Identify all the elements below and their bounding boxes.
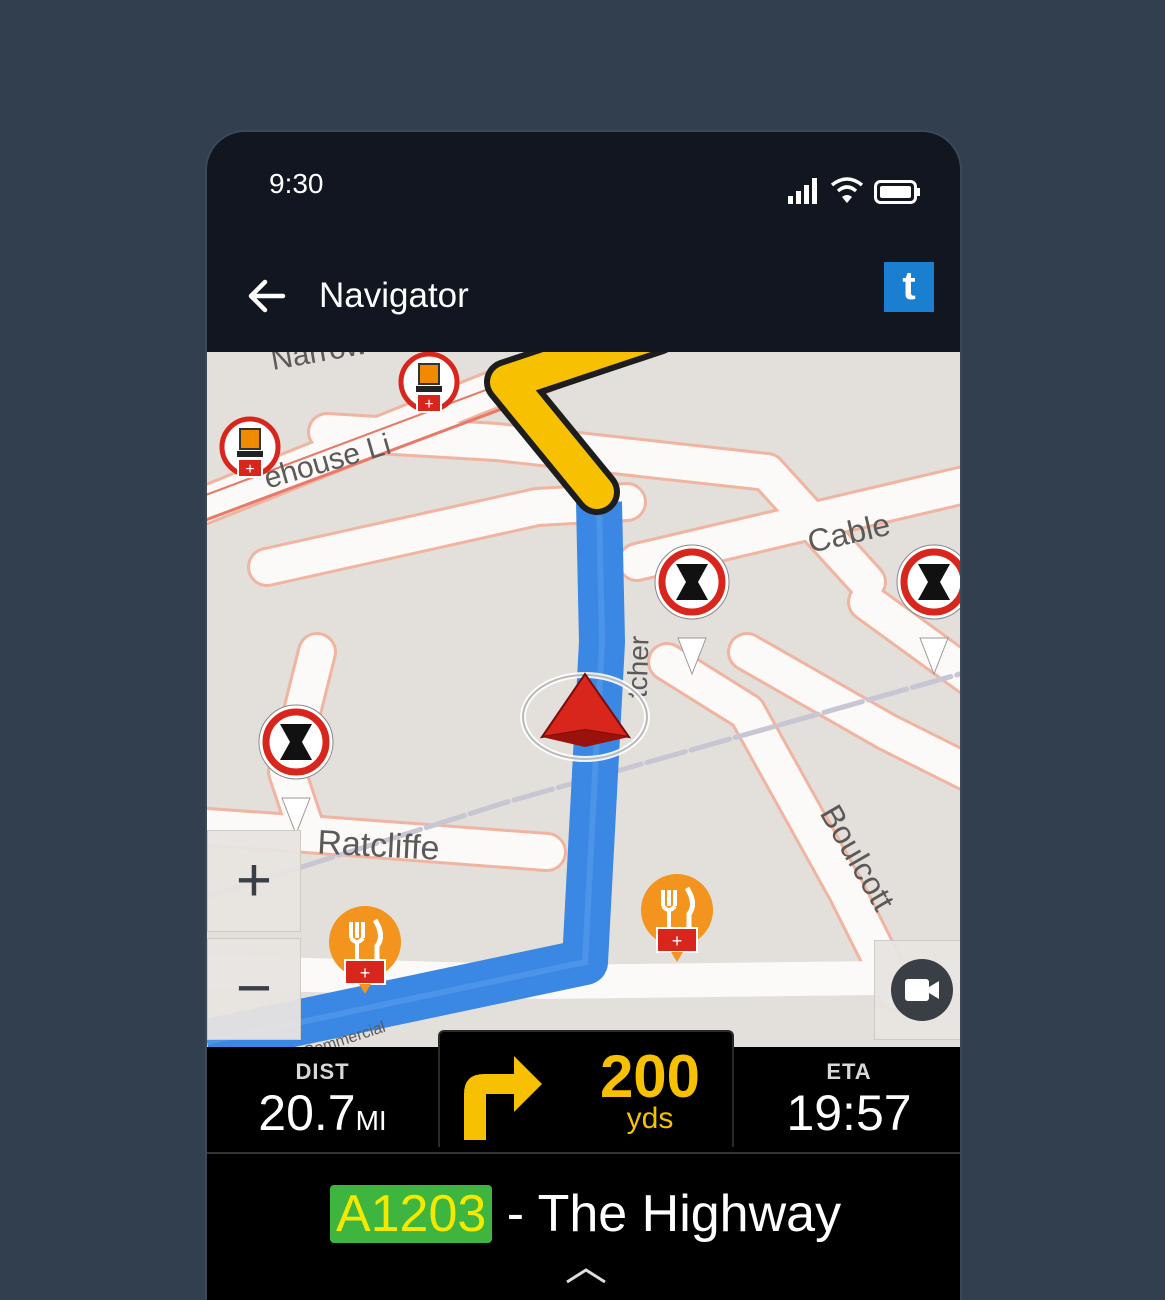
plus-icon: + (235, 846, 273, 915)
truck-stop-icon: + (398, 352, 460, 413)
brand-logo[interactable]: t (884, 262, 934, 312)
eta-label: ETA (826, 1059, 872, 1084)
zoom-in-button[interactable]: + (207, 830, 301, 932)
eta: ETA 19:57 (734, 1047, 960, 1149)
turn-right-arrow-icon (464, 1056, 542, 1140)
road-number-badge: A1203 (329, 1185, 493, 1243)
turn-unit: yds (626, 1102, 674, 1135)
signal-icon (788, 178, 817, 204)
current-road-bar[interactable]: A1203 - The Highway (207, 1152, 960, 1300)
back-arrow-icon[interactable] (243, 272, 291, 320)
camera-icon (891, 959, 953, 1021)
wifi-icon (830, 177, 864, 203)
svg-text:+: + (672, 931, 683, 951)
next-turn-box: 200 yds (438, 1030, 734, 1147)
status-icons (788, 176, 922, 204)
eta-value: 19:57 (786, 1085, 912, 1141)
road-name: The Highway (537, 1185, 842, 1243)
battery-icon (874, 180, 920, 204)
street-label: Ratcliffe (316, 823, 440, 867)
phone-frame: 9:30 Navigator t Narrow ehouse Li Cable … (205, 130, 962, 1300)
dist-label: DIST (295, 1059, 350, 1084)
dist-unit: MI (355, 1105, 387, 1136)
page-title: Navigator (319, 276, 469, 315)
camera-button[interactable] (874, 940, 960, 1040)
street-label: Narrow (268, 352, 369, 377)
svg-text:+: + (360, 963, 371, 983)
truck-stop-icon: + (219, 416, 281, 478)
svg-text:+: + (245, 461, 254, 478)
restaurant-icon: + (641, 874, 713, 962)
current-road: A1203 - The Highway (207, 1184, 960, 1244)
nav-info-panel: DIST 20.7MI 200 yds ETA 19:57 (207, 1030, 960, 1152)
map-view[interactable]: Narrow ehouse Li Cable tcher Ratcliffe B… (207, 352, 960, 1047)
minus-icon: − (235, 954, 273, 1023)
app-bar: Navigator t (207, 242, 960, 352)
distance-remaining: DIST 20.7MI (207, 1047, 438, 1149)
status-bar: 9:30 (207, 132, 960, 242)
svg-text:+: + (424, 396, 433, 413)
road-separator: - (492, 1185, 538, 1243)
zoom-out-button[interactable]: − (207, 938, 301, 1040)
dist-value: 20.7 (258, 1085, 356, 1141)
turn-distance: 200 (599, 1043, 701, 1110)
status-time: 9:30 (269, 168, 324, 199)
chevron-up-icon[interactable] (565, 1266, 607, 1286)
current-position-marker (520, 672, 650, 762)
